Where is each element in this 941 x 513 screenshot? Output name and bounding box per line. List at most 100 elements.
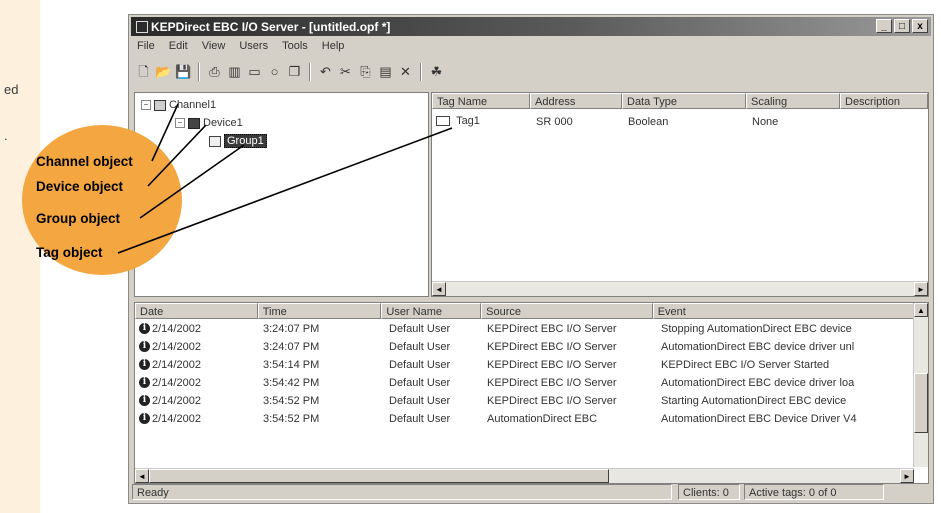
menu-view[interactable]: View: [200, 40, 228, 56]
scroll-right-icon[interactable]: ►: [900, 469, 914, 483]
open-icon[interactable]: 📂: [155, 63, 172, 81]
menu-file[interactable]: File: [135, 40, 157, 56]
tag-list[interactable]: Tag Name Address Data Type Scaling Descr…: [431, 92, 929, 297]
status-active-tags: Active tags: 0 of 0: [744, 484, 884, 500]
col-user-name[interactable]: User Name: [381, 303, 482, 319]
event-log[interactable]: Date Time User Name Source Event i 2/14/…: [134, 302, 929, 484]
tree-label-device: Device1: [203, 117, 243, 129]
event-row[interactable]: i 2/14/2002 3:24:07 PM Default User KEPD…: [135, 321, 925, 338]
tag-data-type: Boolean: [628, 116, 669, 128]
event-source: KEPDirect EBC I/O Server: [487, 377, 617, 389]
paste-icon[interactable]: ▤: [377, 63, 394, 81]
event-date: 2/14/2002: [152, 377, 201, 389]
title-bar[interactable]: KEPDirect EBC I/O Server - [untitled.opf…: [131, 17, 931, 36]
info-icon: i: [139, 341, 150, 352]
app-icon: [136, 21, 148, 33]
cut-icon[interactable]: ✂: [337, 63, 354, 81]
info-icon: i: [139, 377, 150, 388]
channel-icon: [154, 99, 166, 111]
tree-item-device[interactable]: − Device1: [175, 115, 243, 131]
scroll-right-icon[interactable]: ►: [914, 282, 928, 296]
minimize-button[interactable]: _: [876, 19, 892, 33]
tag-address: SR 000: [536, 116, 573, 128]
scroll-thumb[interactable]: [149, 469, 609, 483]
event-time: 3:54:42 PM: [263, 377, 320, 389]
status-bar: Ready Clients: 0 Active tags: 0 of 0: [132, 484, 930, 500]
quick-client-icon[interactable]: ☘: [428, 63, 445, 81]
event-row[interactable]: i 2/14/2002 3:54:52 PM Default User KEPD…: [135, 393, 925, 410]
menu-help[interactable]: Help: [320, 40, 347, 56]
properties-icon[interactable]: ❐: [286, 63, 303, 81]
copy-icon[interactable]: ⎘: [357, 63, 374, 81]
event-date: 2/14/2002: [152, 395, 201, 407]
event-source: KEPDirect EBC I/O Server: [487, 359, 617, 371]
event-row[interactable]: i 2/14/2002 3:24:07 PM Default User KEPD…: [135, 339, 925, 356]
col-data-type[interactable]: Data Type: [622, 93, 746, 109]
tree-item-group[interactable]: Group1: [209, 133, 267, 149]
col-source[interactable]: Source: [481, 303, 653, 319]
scroll-left-icon[interactable]: ◄: [432, 282, 446, 296]
window-title: KEPDirect EBC I/O Server - [untitled.opf…: [151, 20, 391, 34]
event-user: Default User: [389, 341, 451, 353]
collapse-icon[interactable]: −: [141, 100, 151, 110]
tag-name: Tag1: [456, 115, 480, 127]
event-message: Stopping AutomationDirect EBC device: [661, 323, 852, 335]
info-icon: i: [139, 413, 150, 424]
close-button[interactable]: x: [912, 19, 928, 33]
new-tag-icon[interactable]: ○: [266, 63, 283, 81]
event-source: KEPDirect EBC I/O Server: [487, 341, 617, 353]
menu-tools[interactable]: Tools: [280, 40, 310, 56]
new-icon[interactable]: 🗋: [135, 63, 152, 81]
event-time: 3:54:52 PM: [263, 413, 320, 425]
delete-icon[interactable]: ✕: [397, 63, 414, 81]
event-date: 2/14/2002: [152, 359, 201, 371]
menu-edit[interactable]: Edit: [167, 40, 190, 56]
tree-label-group: Group1: [224, 134, 267, 148]
save-icon[interactable]: 💾: [175, 63, 192, 81]
event-row[interactable]: i 2/14/2002 3:54:52 PM Default User Auto…: [135, 411, 925, 428]
event-user: Default User: [389, 323, 451, 335]
menu-users[interactable]: Users: [237, 40, 270, 56]
scroll-up-icon[interactable]: ▲: [914, 303, 928, 317]
callout-channel-object: Channel object: [36, 154, 133, 169]
col-tag-name[interactable]: Tag Name: [432, 93, 530, 109]
event-log-hscroll[interactable]: ◄ ►: [135, 468, 914, 483]
col-date[interactable]: Date: [135, 303, 258, 319]
info-icon: i: [139, 395, 150, 406]
scroll-thumb[interactable]: [914, 373, 928, 433]
side-text-fragment: ed: [4, 82, 19, 97]
info-icon: i: [139, 359, 150, 370]
event-date: 2/14/2002: [152, 341, 201, 353]
new-group-icon[interactable]: ▭: [246, 63, 263, 81]
event-user: Default User: [389, 395, 451, 407]
col-event[interactable]: Event: [652, 303, 914, 319]
callout-group-object: Group object: [36, 211, 120, 226]
maximize-button[interactable]: □: [894, 19, 910, 33]
status-clients: Clients: 0: [678, 484, 740, 500]
new-channel-icon[interactable]: ⎙: [206, 63, 223, 81]
tag-row-icon-wrap[interactable]: Tag1: [436, 115, 480, 127]
event-time: 3:54:52 PM: [263, 395, 320, 407]
event-source: KEPDirect EBC I/O Server: [487, 395, 617, 407]
event-date: 2/14/2002: [152, 413, 201, 425]
callout-tag-object: Tag object: [36, 245, 103, 260]
col-scaling[interactable]: Scaling: [746, 93, 840, 109]
event-row[interactable]: i 2/14/2002 3:54:42 PM Default User KEPD…: [135, 375, 925, 392]
event-message: AutomationDirect EBC device driver loa: [661, 377, 855, 389]
col-time[interactable]: Time: [257, 303, 382, 319]
event-time: 3:54:14 PM: [263, 359, 320, 371]
app-window: KEPDirect EBC I/O Server - [untitled.opf…: [128, 14, 934, 504]
scroll-left-icon[interactable]: ◄: [135, 469, 149, 483]
col-address[interactable]: Address: [530, 93, 622, 109]
event-user: Default User: [389, 377, 451, 389]
collapse-icon[interactable]: −: [175, 118, 185, 128]
toolbar-separator: [420, 63, 422, 81]
event-row[interactable]: i 2/14/2002 3:54:14 PM Default User KEPD…: [135, 357, 925, 374]
col-description[interactable]: Description: [840, 93, 928, 109]
event-log-vscroll[interactable]: ▲: [913, 303, 928, 467]
tag-list-hscroll[interactable]: ◄ ►: [432, 281, 928, 296]
new-device-icon[interactable]: ▥: [226, 63, 243, 81]
undo-icon[interactable]: ↶: [317, 63, 334, 81]
tree-item-channel[interactable]: − Channel1: [141, 97, 216, 113]
event-source: KEPDirect EBC I/O Server: [487, 323, 617, 335]
